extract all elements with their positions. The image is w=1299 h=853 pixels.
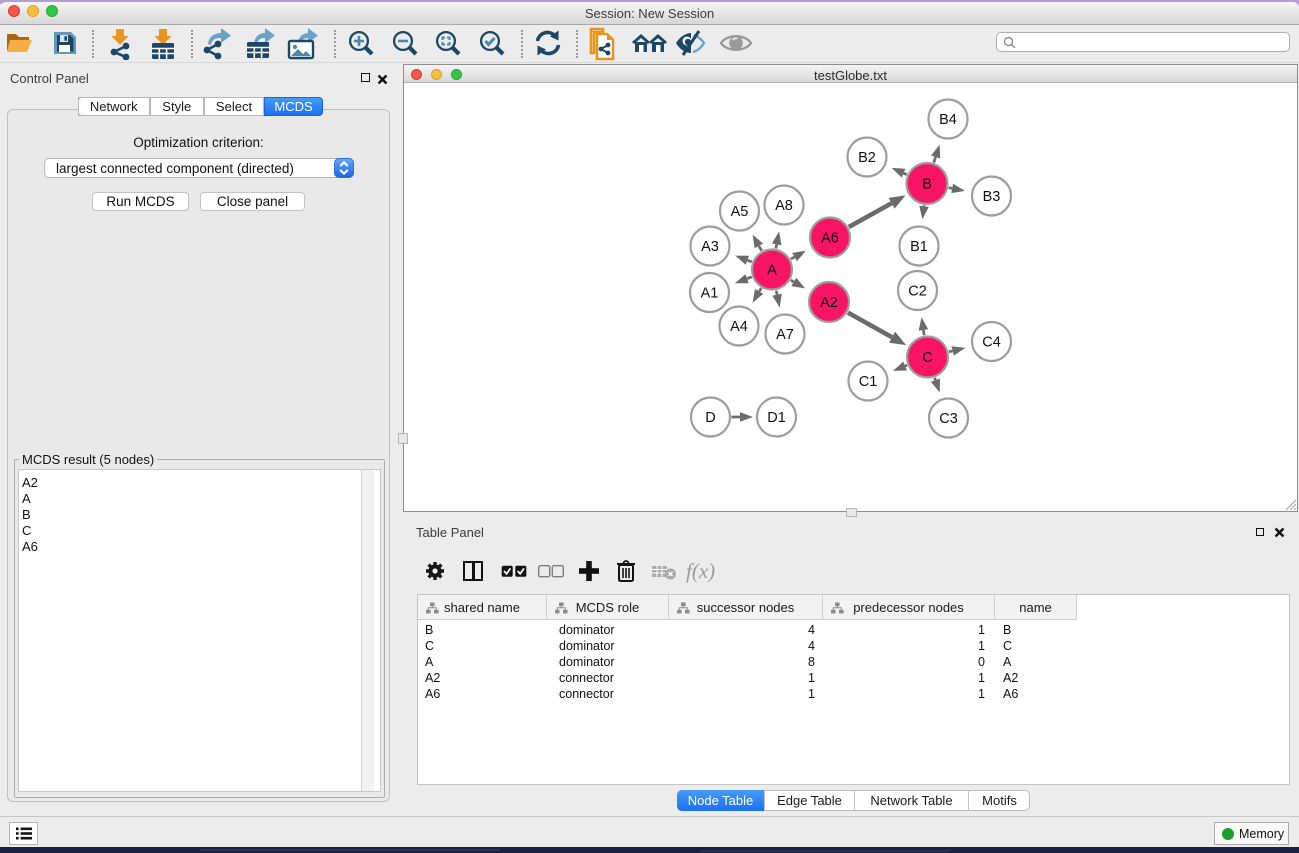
svg-text:A: A bbox=[767, 263, 777, 279]
svg-text:B1: B1 bbox=[910, 239, 928, 255]
svg-text:B2: B2 bbox=[858, 150, 876, 166]
svg-text:B4: B4 bbox=[939, 112, 957, 128]
svg-text:A6: A6 bbox=[821, 231, 839, 247]
svg-text:B3: B3 bbox=[983, 189, 1001, 205]
svg-text:C: C bbox=[922, 350, 932, 366]
svg-text:D1: D1 bbox=[767, 410, 786, 426]
svg-text:C1: C1 bbox=[859, 374, 878, 390]
svg-text:B: B bbox=[922, 177, 932, 193]
svg-text:A3: A3 bbox=[701, 239, 719, 255]
svg-text:C2: C2 bbox=[908, 284, 927, 300]
svg-text:A5: A5 bbox=[731, 204, 749, 220]
svg-text:C3: C3 bbox=[939, 411, 958, 427]
svg-text:D: D bbox=[705, 410, 715, 426]
svg-text:C4: C4 bbox=[982, 335, 1001, 351]
svg-text:A1: A1 bbox=[701, 286, 719, 302]
svg-text:A7: A7 bbox=[776, 327, 794, 343]
svg-text:A8: A8 bbox=[775, 198, 793, 214]
svg-text:A4: A4 bbox=[730, 319, 748, 335]
svg-text:A2: A2 bbox=[820, 295, 838, 311]
